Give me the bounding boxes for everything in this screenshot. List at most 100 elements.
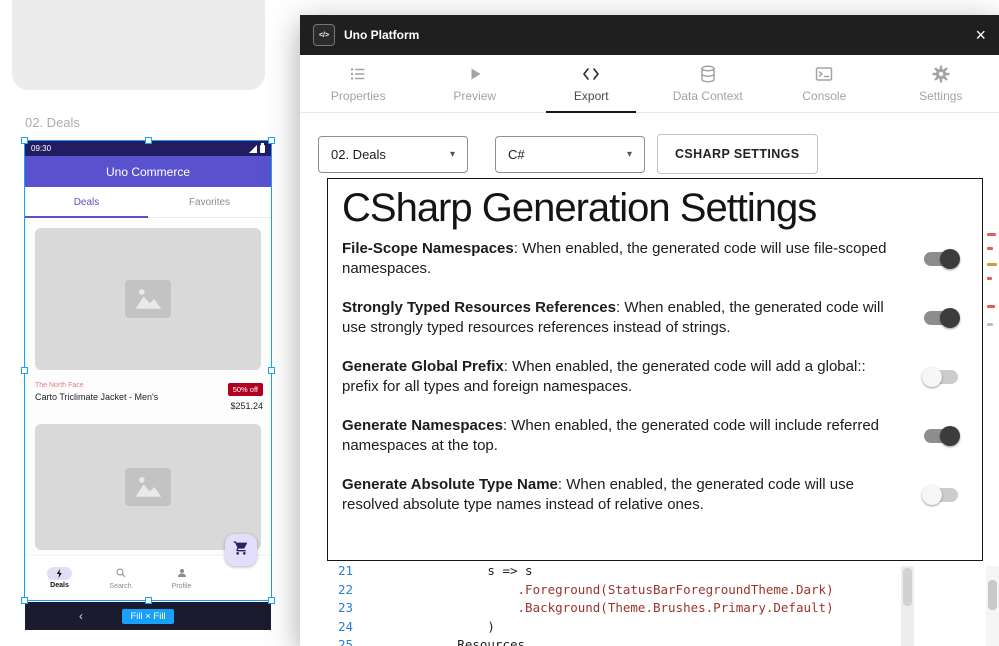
toggle-file-scope-namespaces[interactable] (924, 252, 958, 266)
setting-row-generate-absolute-type-name: Generate Absolute Type Name: When enable… (342, 475, 968, 515)
uno-platform-panel: </> Uno Platform × Properties Preview Ex… (300, 15, 999, 646)
image-icon (125, 280, 171, 318)
selection-handle-right[interactable] (268, 367, 275, 374)
nav-label-profile: Profile (172, 583, 192, 590)
canvas-artboard-shadow (12, 0, 265, 90)
setting-label: Strongly Typed Resources References (342, 299, 616, 316)
search-icon (115, 567, 127, 581)
setting-row-generate-global-prefix: Generate Global Prefix: When enabled, th… (342, 357, 968, 397)
setting-label: Generate Absolute Type Name (342, 476, 558, 493)
csharp-settings-button[interactable]: CSHARP SETTINGS (657, 134, 818, 174)
selection-handle-tr[interactable] (268, 137, 275, 144)
language-select[interactable]: C# ▾ (495, 136, 645, 173)
tab-favorites[interactable]: Favorites (148, 187, 271, 217)
panel-tab-bar: Properties Preview Export Data Context C… (300, 55, 999, 113)
language-select-value: C# (508, 147, 525, 162)
csharp-settings-dialog: CSharp Generation Settings File-Scope Na… (327, 178, 983, 561)
lightning-icon (47, 567, 72, 580)
nav-label-search: Search (109, 583, 131, 590)
tab-label: Properties (331, 89, 386, 103)
selection-handle-left[interactable] (21, 367, 28, 374)
code-text: .Background(Theme.Brushes.Primary.Defaul… (367, 599, 834, 618)
setting-row-file-scope-namespaces: File-Scope Namespaces: When enabled, the… (342, 239, 968, 279)
code-line: 23 .Background(Theme.Brushes.Primary.Def… (327, 599, 901, 618)
toggle-generate-namespaces[interactable] (924, 429, 958, 443)
line-number: 24 (327, 618, 353, 637)
code-icon (581, 64, 601, 84)
page-select[interactable]: 02. Deals ▾ (318, 136, 468, 173)
tab-deals[interactable]: Deals (25, 187, 148, 217)
panel-title: Uno Platform (344, 28, 419, 42)
toggle-generate-absolute-type-name[interactable] (924, 488, 958, 502)
tab-data-context[interactable]: Data Context (650, 55, 767, 112)
product-name: Carto Triclimate Jacket - Men's (35, 392, 158, 402)
code-line: 21 s => s (327, 562, 901, 581)
line-number: 22 (327, 581, 353, 600)
nav-item-search[interactable]: Search (90, 556, 151, 600)
tab-preview[interactable]: Preview (417, 55, 534, 112)
app-bar: Uno Commerce (25, 156, 271, 187)
tab-label: Preview (453, 89, 496, 103)
selection-handle-bl[interactable] (21, 597, 28, 604)
tab-console[interactable]: Console (766, 55, 883, 112)
chevron-down-icon: ▾ (627, 149, 632, 160)
code-line: 25 Resources (327, 636, 901, 646)
setting-text: Strongly Typed Resources References: Whe… (342, 298, 902, 338)
status-icons (249, 140, 265, 158)
tab-properties[interactable]: Properties (300, 55, 417, 112)
nav-item-deals[interactable]: Deals (29, 556, 90, 600)
setting-row-strongly-typed-resources: Strongly Typed Resources References: Whe… (342, 298, 968, 338)
selection-handle-top[interactable] (145, 137, 152, 144)
setting-text: Generate Absolute Type Name: When enable… (342, 475, 902, 515)
page-select-value: 02. Deals (331, 147, 386, 162)
product-brand: The North Face (35, 382, 158, 389)
list-icon (348, 64, 368, 84)
chevron-down-icon: ▾ (450, 149, 455, 160)
product-info-row: The North Face Carto Triclimate Jacket -… (35, 379, 263, 419)
tab-label: Settings (919, 89, 962, 103)
tab-label: Console (802, 89, 846, 103)
code-minimap[interactable] (986, 185, 999, 555)
nav-label-deals: Deals (50, 582, 69, 589)
collapse-chevron-icon[interactable]: ‹ (79, 609, 83, 623)
tab-label: Data Context (673, 89, 743, 103)
fill-sizing-badge[interactable]: Fill × Fill (122, 609, 173, 624)
line-number: 21 (327, 562, 353, 581)
phone-frame[interactable]: 09:30 Uno Commerce Deals Favorites The N… (25, 141, 271, 600)
cart-icon (233, 540, 249, 561)
frame-label[interactable]: 02. Deals (25, 115, 80, 130)
tab-export[interactable]: Export (533, 55, 650, 112)
code-logo-icon: </> (313, 24, 335, 46)
setting-label: Generate Namespaces (342, 417, 503, 434)
setting-label: Generate Global Prefix (342, 358, 504, 375)
code-text: Resources (367, 636, 525, 646)
tab-label: Export (574, 89, 609, 103)
product-image-placeholder-2 (35, 424, 261, 550)
line-number: 23 (327, 599, 353, 618)
product-price: $251.24 (228, 401, 263, 411)
cart-fab-button[interactable] (225, 534, 257, 566)
close-icon[interactable]: × (975, 26, 986, 44)
gear-icon (931, 64, 951, 84)
code-editor[interactable]: 21 s => s 22 .Foreground(StatusBarForegr… (327, 562, 901, 646)
toggle-generate-global-prefix[interactable] (924, 370, 958, 384)
database-icon (698, 64, 718, 84)
battery-icon (260, 145, 265, 153)
code-text: s => s (367, 562, 533, 581)
code-scrollbar[interactable] (901, 566, 914, 646)
selection-handle-br[interactable] (268, 597, 275, 604)
person-icon (176, 567, 188, 581)
setting-text: File-Scope Namespaces: When enabled, the… (342, 239, 902, 279)
selection-handle-tl[interactable] (21, 137, 28, 144)
dialog-title: CSharp Generation Settings (342, 185, 968, 231)
toggle-strongly-typed-resources[interactable] (924, 311, 958, 325)
panel-scrollbar[interactable] (986, 566, 999, 646)
code-line: 22 .Foreground(StatusBarForegroundTheme.… (327, 581, 901, 600)
selection-handle-bottom[interactable] (145, 597, 152, 604)
status-time: 09:30 (31, 144, 51, 153)
tab-settings[interactable]: Settings (883, 55, 999, 112)
code-text: ) (367, 618, 495, 637)
nav-item-profile[interactable]: Profile (151, 556, 212, 600)
product-image-placeholder (35, 228, 261, 370)
line-number: 25 (327, 636, 353, 646)
